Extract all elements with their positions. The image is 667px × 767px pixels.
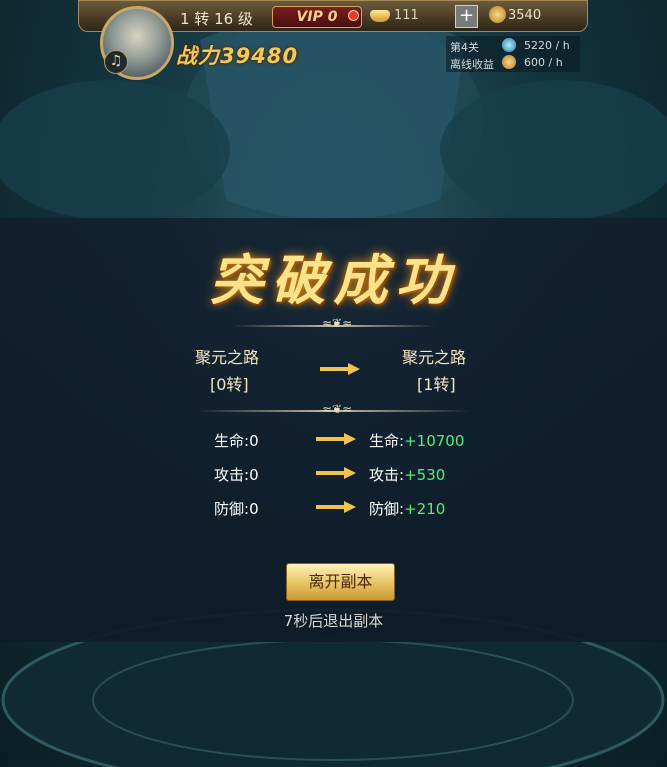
stage-rate: 5220 / h: [524, 39, 570, 52]
to-realm-name: 聚元之路: [402, 348, 467, 367]
arrow-icon: [320, 363, 360, 375]
exit-countdown: 7秒后退出副本: [283, 612, 384, 630]
divider-knot-middle: ≈❦≈: [322, 402, 353, 416]
stat-atk-before: 攻击:0: [214, 466, 259, 484]
stat-def-before: 防御:0: [214, 500, 259, 518]
arrow-icon: [316, 433, 356, 445]
coin-value: 3540: [508, 8, 542, 23]
player-level: 1 转 16 级: [180, 10, 253, 28]
coin-small-icon: [502, 55, 516, 69]
stat-hp-after: 生命:+10700: [369, 432, 465, 450]
divider-knot-top: ≈❦≈: [322, 316, 353, 330]
exp-orb-icon: [502, 38, 516, 52]
gold-value: 111: [394, 8, 419, 23]
from-realm-level: [0转]: [210, 375, 249, 394]
to-realm-level: [1转]: [417, 375, 456, 394]
from-realm-name: 聚元之路: [195, 348, 260, 367]
stat-hp-before: 生命:0: [214, 432, 259, 450]
coin-icon: [489, 6, 506, 23]
breakthrough-title: 突破成功: [209, 248, 458, 312]
music-note-icon[interactable]: ♫: [104, 50, 128, 74]
add-gold-button[interactable]: +: [455, 5, 478, 28]
stage-label: 第4关: [450, 41, 479, 54]
combat-power: 战力39480: [176, 44, 299, 68]
gold-ingot-icon: [370, 10, 390, 22]
vip-gem-icon: [348, 10, 359, 21]
stage-income-panel: 第4关 5220 / h 离线收益 600 / h: [446, 36, 580, 72]
arrow-icon: [316, 467, 356, 479]
offline-label: 离线收益: [450, 58, 494, 71]
stat-def-after: 防御:+210: [369, 500, 446, 518]
stat-atk-after: 攻击:+530: [369, 466, 446, 484]
offline-rate: 600 / h: [524, 56, 563, 69]
arrow-icon: [316, 501, 356, 513]
leave-dungeon-button[interactable]: 离开副本: [286, 563, 395, 601]
